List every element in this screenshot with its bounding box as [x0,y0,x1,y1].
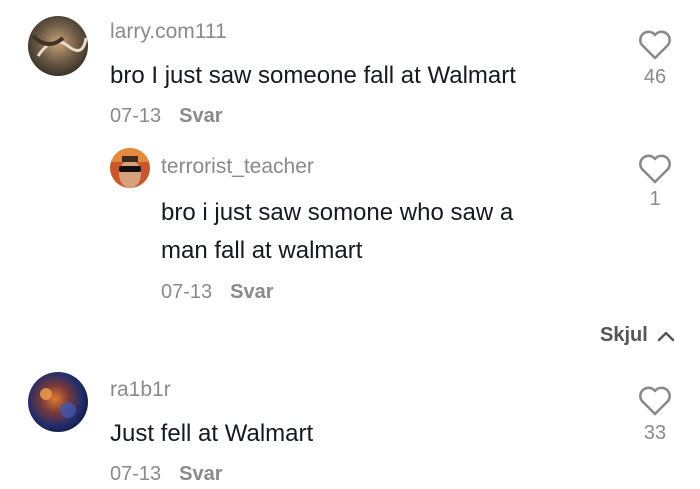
comment-meta: 07-13 Svar [110,463,223,486]
avatar[interactable] [110,148,150,188]
comment-text: bro i just saw somone who saw a [161,199,514,226]
comment-date: 07-13 [110,105,162,127]
avatar[interactable] [28,16,88,76]
comment-text: Just fell at Walmart [110,420,314,447]
heart-outline-icon [639,30,671,60]
like-count: 46 [643,66,667,88]
heart-outline-icon [639,386,671,416]
comment-username[interactable]: ra1b1r [110,378,171,402]
hide-replies-button[interactable]: Skjul [600,324,677,347]
avatar[interactable] [28,372,88,432]
comment-username[interactable]: larry.com111 [110,20,227,44]
comment-text: bro I just saw someone fall at Walmart [110,62,516,89]
like-button[interactable]: 1 [625,152,685,212]
like-button[interactable]: 46 [625,28,685,96]
like-button[interactable]: 33 [625,384,685,452]
comment-text: man fall at walmart [161,237,363,264]
reply-button[interactable]: Svar [179,463,222,485]
like-count: 33 [643,422,667,444]
comment-username[interactable]: terrorist_teacher [161,155,314,179]
comment-meta: 07-13 Svar [110,105,223,128]
reply-button[interactable]: Svar [179,105,222,127]
comment-date: 07-13 [110,463,162,485]
heart-outline-icon [639,154,671,184]
comment-meta: 07-13 Svar [161,281,274,304]
chevron-up-icon [658,331,675,341]
hide-replies-label: Skjul [600,324,648,346]
reply-button[interactable]: Svar [230,281,273,303]
like-count: 1 [649,188,661,210]
comment-date: 07-13 [161,281,213,303]
